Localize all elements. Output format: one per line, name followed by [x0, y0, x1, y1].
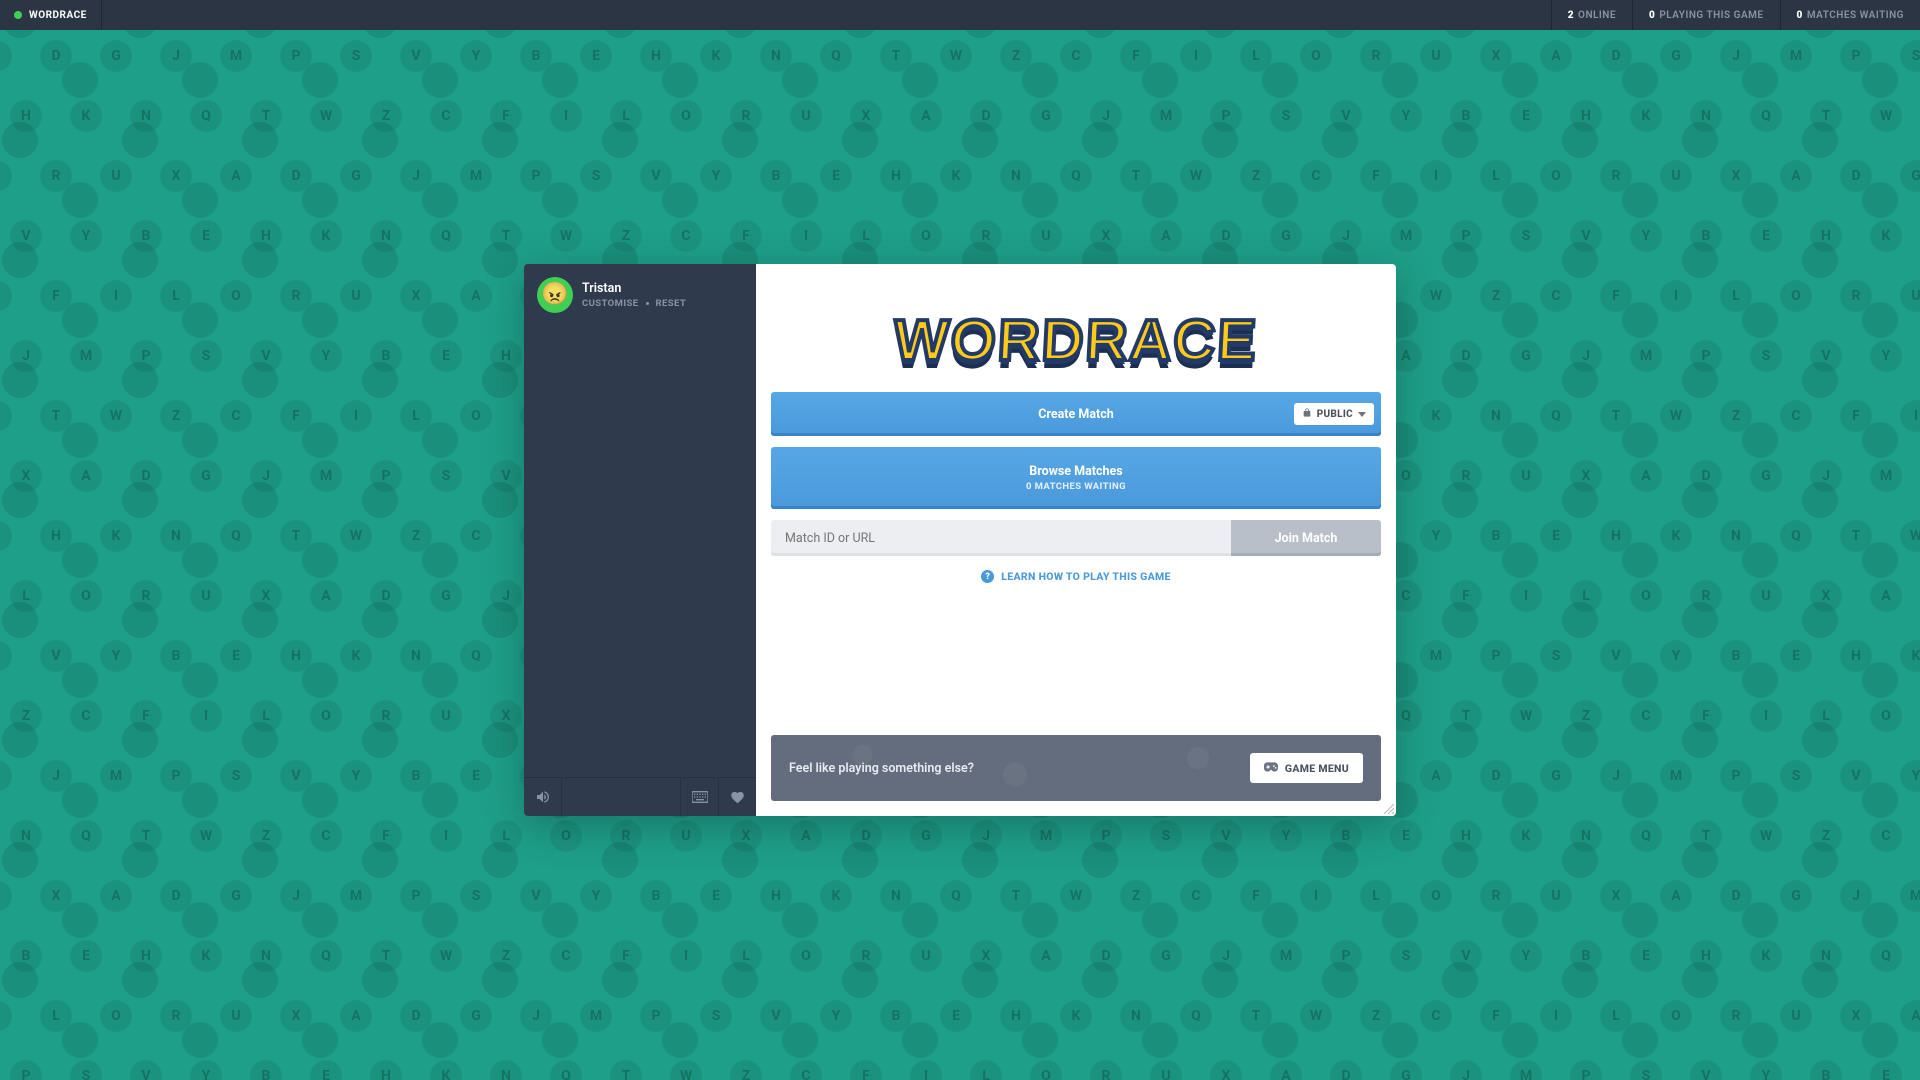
visibility-selector[interactable]: PUBLIC [1294, 403, 1374, 425]
footer-prompt: Feel like playing something else? [789, 761, 974, 776]
keyboard-button[interactable] [680, 778, 718, 816]
heart-icon [730, 790, 745, 805]
join-match-button[interactable]: Join Match [1231, 520, 1381, 556]
resize-handle[interactable] [1384, 804, 1394, 814]
learn-label: LEARN HOW TO PLAY THIS GAME [1001, 570, 1170, 583]
game-logo: WORDRACE [892, 307, 1259, 374]
stat-playing-label: PLAYING THIS GAME [1659, 10, 1763, 21]
avatar-face-icon: 😠 [541, 284, 568, 306]
topbar: WORDRACE 2 ONLINE 0 PLAYING THIS GAME 0 … [0, 0, 1920, 30]
sound-button[interactable] [524, 778, 562, 816]
separator-dot-icon [646, 302, 649, 305]
game-menu-label: GAME MENU [1285, 762, 1349, 775]
status-dot-icon [14, 11, 22, 19]
browse-matches-label: Browse Matches [1029, 464, 1122, 479]
stat-waiting: 0 MATCHES WAITING [1780, 0, 1920, 30]
stat-online-label: ONLINE [1578, 10, 1616, 21]
volume-icon [535, 789, 551, 805]
avatar[interactable]: 😠 [537, 277, 573, 313]
create-match-button[interactable]: Create Match PUBLIC [771, 392, 1381, 436]
info-icon: ? [981, 570, 994, 583]
favorite-button[interactable] [718, 778, 756, 816]
stat-online: 2 ONLINE [1551, 0, 1632, 30]
lobby-modal: 😠 Tristan CUSTOMISE RESET [524, 264, 1396, 816]
game-name: WORDRACE [29, 10, 87, 21]
unlock-icon [1302, 407, 1312, 421]
main-panel: WORDRACE Create Match PUBLIC Browse Matc… [756, 264, 1396, 816]
footer-bar: Feel like playing something else? GAME M… [771, 735, 1381, 801]
visibility-label: PUBLIC [1317, 409, 1353, 420]
customise-link[interactable]: CUSTOMISE [582, 298, 639, 309]
stat-waiting-count: 0 [1797, 10, 1803, 21]
stat-playing: 0 PLAYING THIS GAME [1632, 0, 1780, 30]
reset-link[interactable]: RESET [656, 298, 687, 309]
logo-wrap: WORDRACE [771, 279, 1381, 392]
stat-online-count: 2 [1568, 10, 1574, 21]
sidebar: 😠 Tristan CUSTOMISE RESET [524, 264, 756, 816]
stat-waiting-label: MATCHES WAITING [1807, 10, 1904, 21]
create-match-label: Create Match [1038, 407, 1114, 422]
sidebar-footer-spacer [562, 778, 680, 816]
game-menu-button[interactable]: GAME MENU [1250, 753, 1363, 783]
sidebar-footer [524, 777, 756, 816]
profile: 😠 Tristan CUSTOMISE RESET [524, 264, 756, 323]
topbar-game-selector[interactable]: WORDRACE [0, 0, 102, 30]
browse-matches-sublabel: 0 MATCHES WAITING [1026, 481, 1126, 492]
profile-links: CUSTOMISE RESET [582, 298, 686, 309]
learn-how-to-play-link[interactable]: ? LEARN HOW TO PLAY THIS GAME [771, 570, 1381, 583]
keyboard-icon [692, 791, 708, 803]
chevron-down-icon [1358, 412, 1366, 417]
username: Tristan [582, 281, 686, 296]
browse-matches-button[interactable]: Browse Matches 0 MATCHES WAITING [771, 447, 1381, 509]
stat-playing-count: 0 [1649, 10, 1655, 21]
gamepad-icon [1264, 761, 1278, 775]
join-match-label: Join Match [1275, 531, 1338, 546]
match-id-input[interactable] [771, 520, 1231, 556]
